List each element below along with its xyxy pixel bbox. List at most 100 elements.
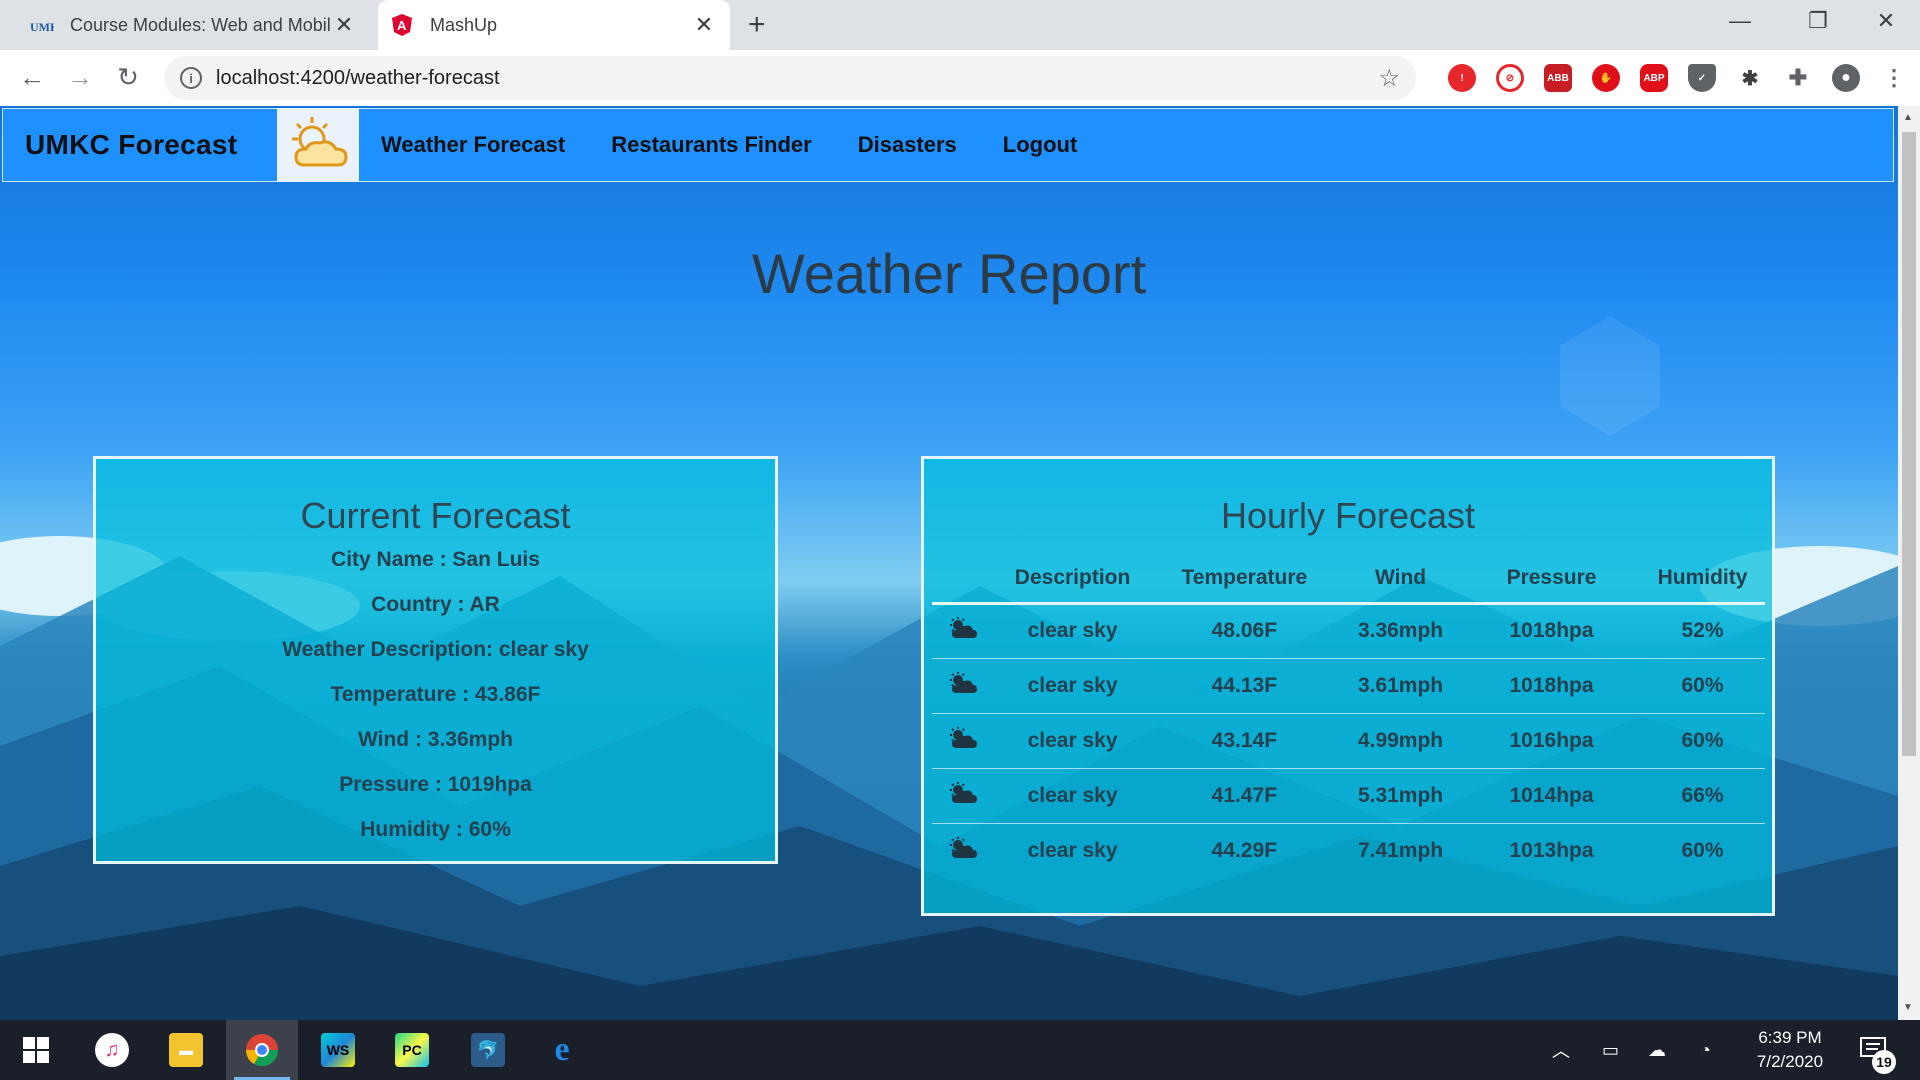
column-header-icon (932, 555, 995, 605)
clock-time: 6:39 PM (1758, 1028, 1822, 1047)
scroll-up-arrow-icon[interactable]: ▲ (1903, 112, 1913, 123)
itunes-icon[interactable]: ♫ (76, 1020, 148, 1080)
hourly-forecast-title: Hourly Forecast (1220, 495, 1476, 536)
file-explorer-icon[interactable]: ▬ (150, 1020, 222, 1080)
address-bar[interactable]: i localhost:4200/weather-forecast ☆ (164, 56, 1416, 100)
brand-title[interactable]: UMKC Forecast (3, 129, 277, 161)
wind-line: Wind : 3.36mph (358, 728, 513, 751)
svg-text:UMKC: UMKC (30, 20, 54, 34)
mysql-workbench-icon[interactable]: 🐬 (452, 1020, 524, 1080)
tab-close-icon[interactable]: ✕ (690, 12, 718, 38)
tray-chevron-icon[interactable]: ︿ (1552, 1020, 1570, 1080)
ext-bug-icon[interactable]: ✱ (1726, 64, 1774, 92)
battery-icon[interactable]: ▭ (1602, 1020, 1619, 1080)
cell-pressure: 1016hpa (1463, 713, 1641, 769)
tab-title: MashUp (430, 14, 498, 35)
new-tab-plus-icon[interactable]: + (748, 10, 766, 40)
chrome-icon[interactable] (226, 1020, 298, 1080)
ext-shield-icon[interactable]: ✓ (1678, 64, 1726, 92)
wifi-icon[interactable]: ◔ (1700, 1020, 1711, 1080)
cell-wind: 5.31mph (1338, 768, 1464, 824)
cell-description: clear sky (994, 603, 1151, 659)
bookmark-star-icon[interactable]: ☆ (1378, 64, 1400, 93)
nav-logout[interactable]: Logout (1003, 132, 1078, 158)
nav-restaurants-finder[interactable]: Restaurants Finder (611, 132, 812, 158)
table-row: clear sky 44.13F 3.61mph 1018hpa 60% (932, 658, 1765, 714)
tab-mashup[interactable]: A MashUp ✕ (378, 0, 730, 50)
cloud-sun-icon (932, 603, 995, 659)
menu-kebab-icon[interactable]: ⋮ (1870, 64, 1918, 92)
windows-taskbar: ♫ ▬ WS PC 🐬 e ︿ ▭ ☁ ◔ 6:39 PM 7/2/2020 1… (0, 1020, 1920, 1080)
table-row: clear sky 48.06F 3.36mph 1018hpa 52% (932, 603, 1765, 659)
back-arrow-icon[interactable]: ← (16, 62, 48, 92)
cell-humidity: 60% (1681, 838, 1724, 862)
cell-temperature: 48.06F (1150, 603, 1339, 659)
extensions-puzzle-icon[interactable]: ✚ (1774, 64, 1822, 92)
reload-icon[interactable]: ↻ (112, 62, 144, 92)
current-forecast-title: Current Forecast (300, 495, 571, 536)
current-forecast-panel: Current Forecast City Name : San Luis Co… (93, 456, 778, 864)
temperature-line: Temperature : 43.86F (330, 683, 541, 706)
cell-description: clear sky (994, 713, 1151, 769)
cell-pressure: 1014hpa (1463, 768, 1641, 824)
cell-wind: 7.41mph (1357, 838, 1444, 862)
cell-pressure: 1018hpa (1463, 658, 1641, 714)
nav-weather-forecast[interactable]: Weather Forecast (381, 132, 565, 158)
close-window-icon[interactable]: ✕ (1856, 8, 1916, 34)
minimize-icon[interactable]: — (1710, 8, 1770, 34)
cell-temperature: 44.13F (1150, 658, 1339, 714)
browser-toolbar: ← → ↻ i localhost:4200/weather-forecast … (0, 50, 1920, 106)
scroll-thumb[interactable] (1902, 132, 1916, 756)
page-viewport: UMKC Forecast Weather Forecast Restauran… (0, 106, 1898, 1020)
top-navbar: UMKC Forecast Weather Forecast Restauran… (2, 108, 1894, 182)
forward-arrow-icon[interactable]: → (64, 62, 96, 92)
sun-cloud-logo-icon (277, 108, 359, 182)
tab-course-modules[interactable]: UMKC Course Modules: Web and Mobil ✕ (14, 0, 370, 50)
humidity-line: Humidity : 60% (360, 818, 511, 841)
site-info-icon[interactable]: i (180, 67, 202, 89)
browser-tab-strip: UMKC Course Modules: Web and Mobil ✕ A M… (0, 0, 1920, 50)
cloud-sun-icon (932, 823, 994, 878)
cell-description: clear sky (1027, 838, 1118, 862)
column-header-wind: Wind (1338, 555, 1464, 605)
angular-favicon-icon: A (390, 13, 414, 37)
tab-close-icon[interactable]: ✕ (330, 12, 358, 38)
restore-icon[interactable]: ❐ (1788, 8, 1848, 34)
notification-count-badge: 19 (1872, 1050, 1896, 1074)
ext-red-alert-icon[interactable]: ! (1438, 64, 1486, 92)
nav-disasters[interactable]: Disasters (858, 132, 957, 158)
page-title: Weather Report (751, 242, 1147, 305)
cell-humidity: 60% (1640, 658, 1765, 714)
windows-start-icon[interactable] (0, 1020, 72, 1080)
clock-date: 7/2/2020 (1756, 1052, 1824, 1071)
pressure-line: Pressure : 1019hpa (339, 773, 532, 796)
ext-red-hand-icon[interactable]: ✋ (1582, 64, 1630, 92)
cell-wind: 3.36mph (1338, 603, 1464, 659)
svg-text:A: A (397, 18, 407, 33)
hourly-forecast-panel: Hourly Forecast Description Temperature … (921, 456, 1775, 916)
page-scrollbar[interactable]: ▲ ▼ (1898, 106, 1920, 1020)
cell-wind: 4.99mph (1338, 713, 1464, 769)
column-header-humidity: Humidity (1640, 555, 1765, 605)
city-name-line: City Name : San Luis (331, 548, 540, 571)
ext-red-circle-icon[interactable]: ⊘ (1486, 64, 1534, 92)
column-header-temperature: Temperature (1150, 555, 1339, 605)
ext-abp-icon[interactable]: ABP (1630, 64, 1678, 92)
table-row: clear sky 43.14F 4.99mph 1016hpa 60% (932, 713, 1765, 769)
cell-temperature: 44.29F (1211, 838, 1278, 862)
ext-abp-shield-icon[interactable]: ABB (1534, 64, 1582, 92)
scroll-down-arrow-icon[interactable]: ▼ (1903, 1002, 1913, 1013)
onedrive-warning-icon[interactable]: ☁ (1648, 1020, 1666, 1080)
hourly-table-body: clear sky 48.06F 3.36mph 1018hpa 52% clear sk… (932, 603, 1765, 878)
pycharm-icon[interactable]: PC (376, 1020, 448, 1080)
webstorm-icon[interactable]: WS (302, 1020, 374, 1080)
url-text: localhost:4200/weather-forecast (216, 66, 500, 89)
weather-description-line: Weather Description: clear sky (282, 638, 589, 661)
cloud-sun-icon (932, 768, 995, 824)
cell-description: clear sky (994, 768, 1151, 824)
cell-description: clear sky (994, 658, 1151, 714)
taskbar-clock[interactable]: 6:39 PM 7/2/2020 (1735, 1026, 1845, 1074)
edge-icon[interactable]: e (526, 1020, 598, 1080)
profile-icon[interactable]: ● (1822, 64, 1870, 92)
column-header-pressure: Pressure (1463, 555, 1641, 605)
